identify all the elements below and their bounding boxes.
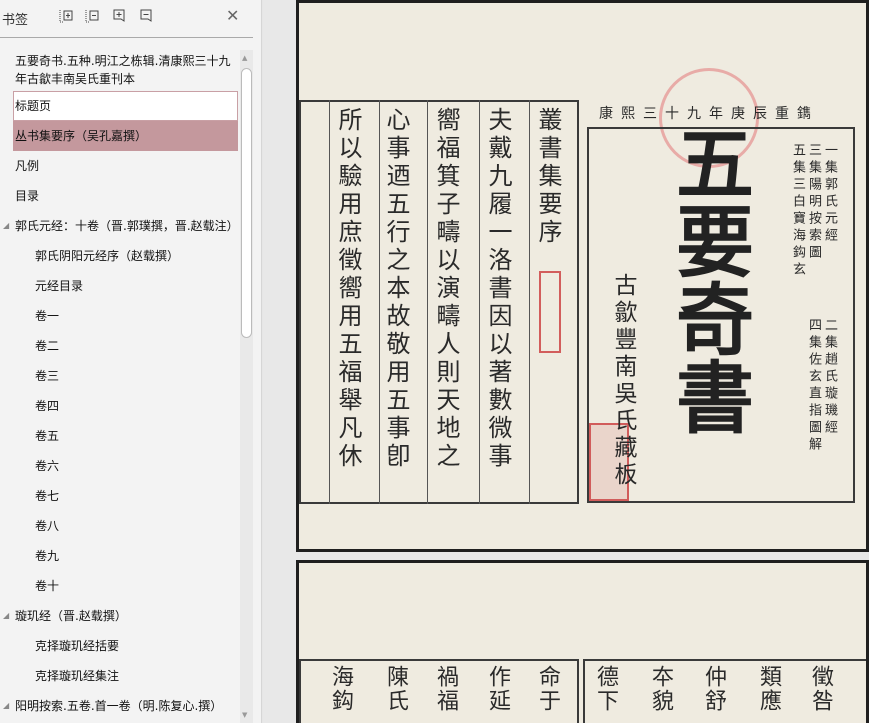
bookmark-item[interactable]: 标题页 bbox=[13, 91, 238, 121]
expanded-triangle-icon[interactable]: ◢ bbox=[3, 601, 9, 631]
bookmark-item[interactable]: 目录 bbox=[0, 181, 240, 211]
bookmark-label: 丛书集要序（吴孔嘉撰） bbox=[15, 129, 148, 143]
bookmark-item[interactable]: ◢ 阳明按索.五卷.首一卷（明.陈复心.撰） bbox=[0, 691, 240, 721]
document-view[interactable]: 叢書集要序 夫戴九履一洛書因以著數微事 嚮福箕子疇以演疇人則天地之 心事迺五行之… bbox=[263, 0, 869, 723]
bookmark-item[interactable]: 卷二 bbox=[0, 331, 240, 361]
bookmark-label: 卷一 bbox=[35, 309, 60, 323]
edition-line: 康熙三十九年庚辰重鐫 bbox=[599, 106, 819, 122]
bookmark-panel-header: 书签 ✕ bbox=[0, 0, 253, 38]
text-column: 夲貌 bbox=[648, 665, 673, 713]
bookmark-label: 卷七 bbox=[35, 489, 60, 503]
delete-bookmark-icon[interactable] bbox=[138, 8, 154, 24]
bookmark-label: 璇玑经（晋.赵载撰） bbox=[15, 609, 127, 623]
bookmark-label: 卷三 bbox=[35, 369, 60, 383]
scroll-up-icon[interactable]: ▲ bbox=[242, 54, 247, 62]
bookmark-label: 元经目录 bbox=[35, 279, 84, 293]
expanded-triangle-icon[interactable]: ◢ bbox=[3, 211, 9, 241]
bookmark-label: 标题页 bbox=[15, 99, 52, 113]
panel-title: 书签 bbox=[2, 13, 29, 28]
preface-title: 叢書集要序 bbox=[534, 107, 562, 247]
page-1: 叢書集要序 夫戴九履一洛書因以著數微事 嚮福箕子疇以演疇人則天地之 心事迺五行之… bbox=[296, 0, 869, 552]
library-seal bbox=[539, 271, 561, 353]
bookmark-panel: 书签 ✕ 五要奇书.五种.明江之栋辑.清康熙三十九年古歙丰南吴氏重刊本 标题页 … bbox=[0, 0, 262, 723]
text-column: 命于 bbox=[535, 665, 560, 713]
bookmark-item-selected[interactable]: 丛书集要序（吴孔嘉撰） bbox=[13, 121, 238, 151]
text-column: 所以驗用庶徵嚮用五福舉凡休 bbox=[334, 107, 362, 471]
bookmark-root[interactable]: 五要奇书.五种.明江之栋辑.清康熙三十九年古歙丰南吴氏重刊本 bbox=[0, 50, 238, 91]
page-2: 命于 作延 禍福 陳氏 海鈎 德下 夲貌 仲舒 類應 徵咎 bbox=[296, 560, 869, 723]
bookmark-item[interactable]: 卷五 bbox=[0, 421, 240, 451]
text-column: 嚮福箕子疇以演疇人則天地之 bbox=[432, 107, 460, 471]
bookmark-item[interactable]: 卷六 bbox=[0, 451, 240, 481]
bookmark-label: 郭氏阴阳元经序（赵载撰） bbox=[35, 249, 180, 263]
text-column: 禍福 bbox=[433, 665, 458, 713]
contents-col: 一集郭氏元經 bbox=[822, 143, 837, 245]
bookmark-item[interactable]: 卷一 bbox=[0, 301, 240, 331]
bookmark-tree: 五要奇书.五种.明江之栋辑.清康熙三十九年古歙丰南吴氏重刊本 标题页 丛书集要序… bbox=[0, 50, 240, 722]
text-column: 陳氏 bbox=[383, 665, 408, 713]
bookmark-label: 阳明按索.五卷.首一卷（明.陈复心.撰） bbox=[15, 699, 223, 713]
book-title: 五要奇書 bbox=[663, 123, 754, 435]
expand-all-icon[interactable] bbox=[58, 8, 74, 24]
text-column: 類應 bbox=[756, 665, 781, 713]
page-scan: 命于 作延 禍福 陳氏 海鈎 德下 夲貌 仲舒 類應 徵咎 bbox=[299, 563, 866, 723]
bookmark-item[interactable]: 郭氏阴阳元经序（赵载撰） bbox=[0, 241, 240, 271]
contents-col: 五集三白寶海鈎玄 bbox=[790, 143, 805, 279]
add-bookmark-icon[interactable] bbox=[111, 8, 127, 24]
contents-col: 二集趙氏璇璣經 bbox=[822, 318, 837, 437]
bookmark-item[interactable]: 卷三 bbox=[0, 361, 240, 391]
bookmark-item[interactable]: 卷十 bbox=[0, 571, 240, 601]
contents-col: 四集佐玄直指圖解 bbox=[806, 318, 821, 454]
bookmark-item[interactable]: 元经目录 bbox=[0, 271, 240, 301]
expanded-triangle-icon[interactable]: ◢ bbox=[3, 691, 9, 721]
bookmark-item[interactable]: 克择璇玑经括要 bbox=[0, 631, 240, 661]
bookmark-label: 卷十 bbox=[35, 579, 60, 593]
bookmark-label: 卷九 bbox=[35, 549, 60, 563]
publisher: 古歙豐南吳氏藏板 bbox=[610, 273, 636, 489]
bookmark-label: 目录 bbox=[15, 189, 40, 203]
bookmark-label: 卷六 bbox=[35, 459, 60, 473]
collapse-all-icon[interactable] bbox=[84, 8, 100, 24]
bookmark-label: 克择璇玑经集注 bbox=[35, 669, 120, 683]
bookmark-item[interactable]: 卷九 bbox=[0, 541, 240, 571]
bookmark-item[interactable]: 卷七 bbox=[0, 481, 240, 511]
text-column: 仲舒 bbox=[701, 665, 726, 713]
bookmark-item[interactable]: 克择璇玑经集注 bbox=[0, 661, 240, 691]
text-column: 心事迺五行之本故敬用五事卽 bbox=[382, 107, 410, 471]
bookmark-item[interactable]: ◢ 郭氏元经：十卷（晋.郭璞撰，晋.赵载注） bbox=[0, 211, 240, 241]
text-column: 徵咎 bbox=[808, 665, 833, 713]
contents-col: 三集陽明按索圖 bbox=[806, 143, 821, 262]
close-icon[interactable]: ✕ bbox=[226, 6, 239, 25]
bookmark-scrollbar[interactable]: ▲ ▼ bbox=[240, 50, 253, 723]
bookmark-label: 郭氏元经：十卷（晋.郭璞撰，晋.赵载注） bbox=[15, 219, 239, 233]
bookmark-item[interactable]: 卷八 bbox=[0, 511, 240, 541]
bookmark-label: 卷二 bbox=[35, 339, 60, 353]
text-column: 夫戴九履一洛書因以著數微事 bbox=[484, 107, 512, 471]
bookmark-item[interactable]: 凡例 bbox=[0, 151, 240, 181]
page-scan: 叢書集要序 夫戴九履一洛書因以著數微事 嚮福箕子疇以演疇人則天地之 心事迺五行之… bbox=[299, 3, 866, 549]
bookmark-label: 凡例 bbox=[15, 159, 40, 173]
scroll-down-icon[interactable]: ▼ bbox=[242, 711, 247, 719]
bookmark-label: 克择璇玑经括要 bbox=[35, 639, 120, 653]
text-column: 德下 bbox=[593, 665, 618, 713]
bookmark-item[interactable]: 卷四 bbox=[0, 391, 240, 421]
bookmark-label: 五要奇书.五种.明江之栋辑.清康熙三十九年古歙丰南吴氏重刊本 bbox=[15, 54, 231, 86]
text-column: 海鈎 bbox=[328, 665, 353, 713]
bookmark-item[interactable]: ◢ 璇玑经（晋.赵载撰） bbox=[0, 601, 240, 631]
bookmark-label: 卷八 bbox=[35, 519, 60, 533]
bookmark-label: 卷五 bbox=[35, 429, 60, 443]
text-column: 作延 bbox=[485, 665, 510, 713]
scrollbar-thumb[interactable] bbox=[241, 68, 252, 338]
bookmark-label: 卷四 bbox=[35, 399, 60, 413]
